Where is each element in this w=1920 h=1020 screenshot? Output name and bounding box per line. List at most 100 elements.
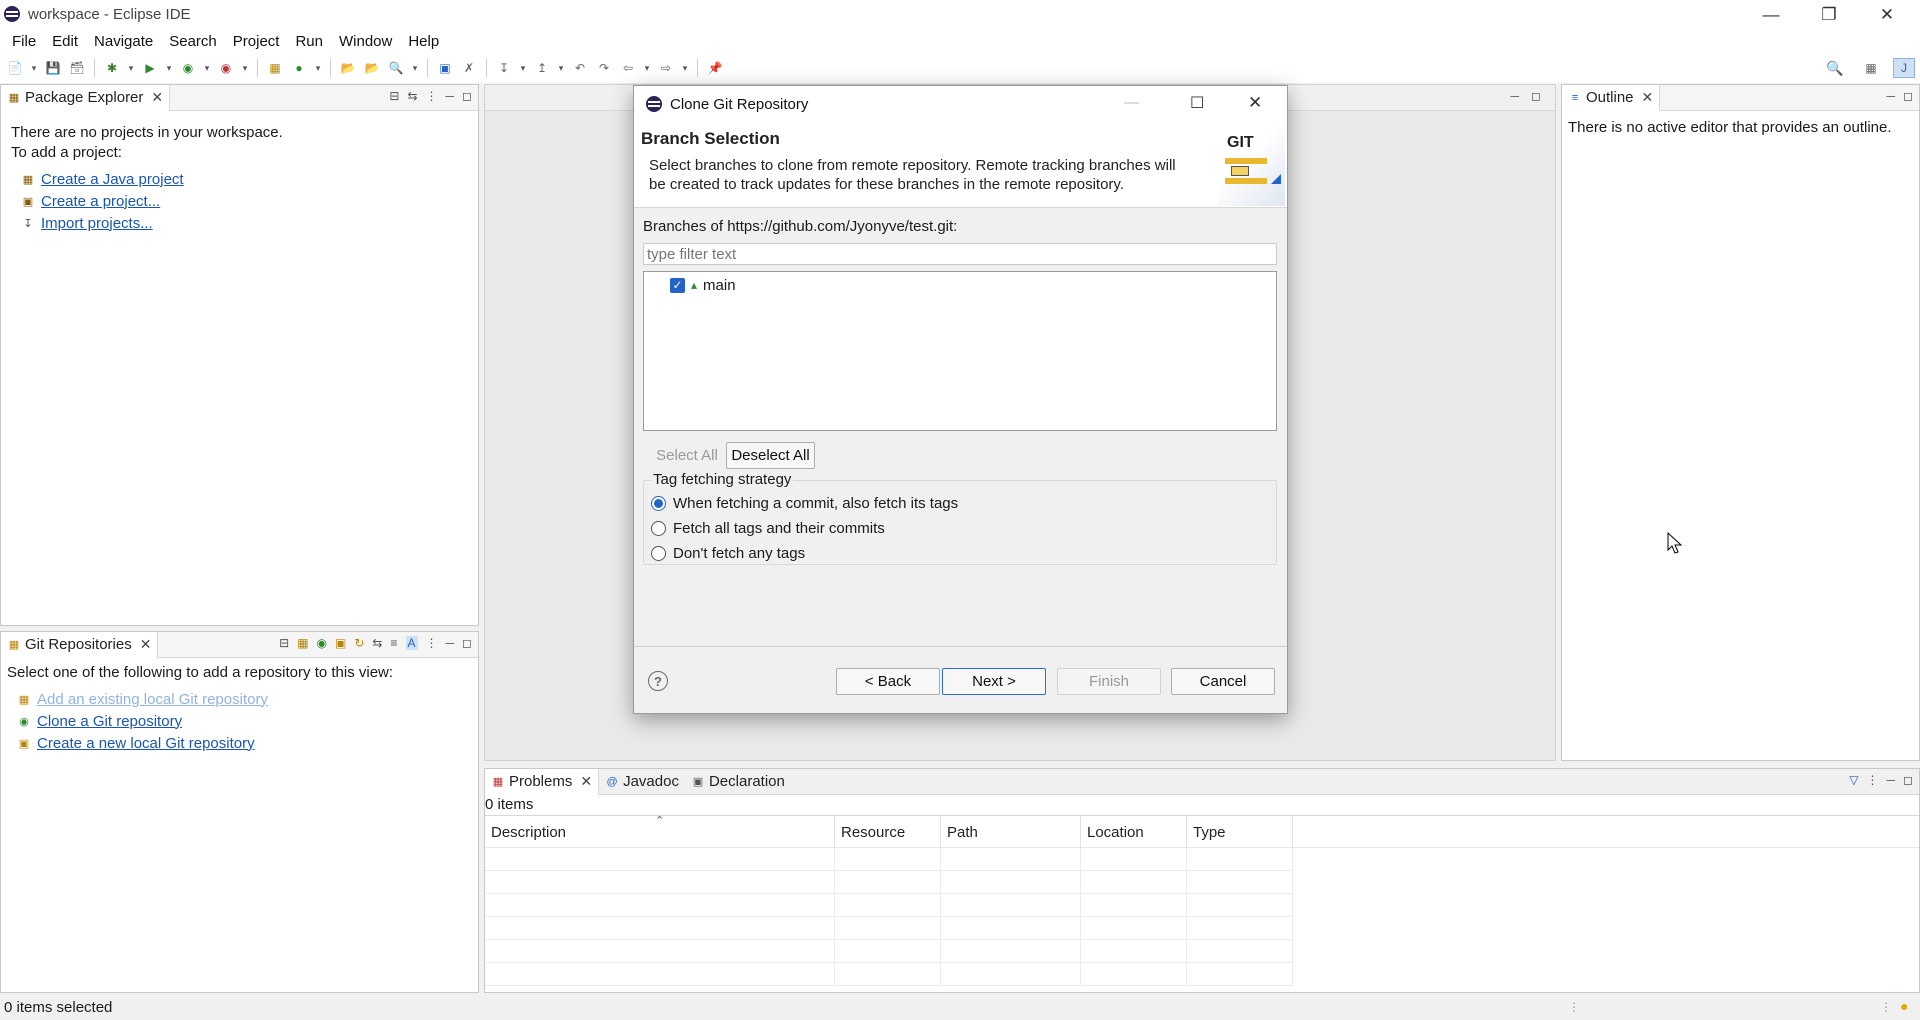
close-tab-icon[interactable]: ✕ (580, 773, 592, 790)
dialog-close-icon[interactable]: ✕ (1248, 93, 1262, 113)
branch-filter-input[interactable] (643, 243, 1277, 265)
skip-breakpoints-icon[interactable]: ✗ (460, 60, 478, 76)
column-description[interactable]: Description ⌃ (485, 815, 835, 848)
close-tab-icon[interactable]: ✕ (151, 89, 163, 106)
radio-unselected-icon[interactable] (651, 546, 666, 561)
back-button[interactable]: < Back (836, 668, 940, 695)
view-menu-icon[interactable]: ⋮ (1867, 773, 1879, 787)
dialog-minimize-icon[interactable]: — (1124, 94, 1139, 111)
menu-search[interactable]: Search (161, 33, 225, 50)
maximize-view-icon[interactable]: ◻ (1531, 89, 1541, 103)
tab-problems[interactable]: ▦ Problems ✕ (485, 768, 600, 795)
create-java-project-link-row[interactable]: ▦ Create a Java project (21, 168, 468, 190)
tab-declaration[interactable]: ▣ Declaration (685, 769, 791, 795)
add-existing-repo-row[interactable]: ▦ Add an existing local Git repository (17, 688, 472, 710)
search-icon[interactable]: 🔍 (1826, 60, 1844, 76)
external-tools-icon[interactable]: ◉ (217, 60, 235, 76)
cancel-button[interactable]: Cancel (1171, 668, 1275, 695)
finish-button[interactable]: Finish (1057, 668, 1161, 695)
menu-edit[interactable]: Edit (44, 33, 86, 50)
create-project-link-row[interactable]: ▣ Create a project... (21, 190, 468, 212)
next-annotation-dropdown-icon[interactable]: ▾ (519, 60, 527, 76)
column-type[interactable]: Type (1187, 816, 1293, 848)
new-icon[interactable]: 📄 (6, 60, 24, 76)
tag-option-fetch-all-tags[interactable]: Fetch all tags and their commits (651, 520, 885, 537)
create-project-link[interactable]: Create a project... (41, 193, 160, 210)
collapse-all-icon[interactable]: ⊟ (389, 89, 399, 103)
menu-window[interactable]: Window (331, 33, 400, 50)
collapse-all-icon[interactable]: ⊟ (279, 636, 289, 650)
debug-icon[interactable]: ✱ (103, 60, 121, 76)
create-java-project-link[interactable]: Create a Java project (41, 171, 184, 188)
link-with-editor-icon[interactable]: ⇆ (407, 89, 417, 103)
minimize-view-icon[interactable]: ─ (446, 89, 455, 103)
branch-row-main[interactable]: ✓ ▴ main (670, 274, 736, 296)
debug-dropdown-icon[interactable]: ▾ (127, 60, 135, 76)
open-perspective-icon[interactable]: ▦ (1862, 60, 1880, 76)
column-resource[interactable]: Resource (835, 816, 941, 848)
menu-project[interactable]: Project (225, 33, 288, 50)
coverage-icon[interactable]: ◉ (179, 60, 197, 76)
search-tool-icon[interactable]: 🔍 (387, 60, 405, 76)
back-dropdown-icon[interactable]: ▾ (643, 60, 651, 76)
open-type-icon[interactable]: 📂 (339, 60, 357, 76)
help-icon[interactable]: ? (648, 671, 668, 691)
external-tools-dropdown-icon[interactable]: ▾ (241, 60, 249, 76)
column-location[interactable]: Location (1081, 816, 1187, 848)
forward-edit-icon[interactable]: ↷ (595, 60, 613, 76)
prev-annotation-dropdown-icon[interactable]: ▾ (557, 60, 565, 76)
forward-icon[interactable]: ⇨ (657, 60, 675, 76)
tag-option-no-tags[interactable]: Don't fetch any tags (651, 545, 805, 562)
tag-option-fetch-commit-tags[interactable]: When fetching a commit, also fetch its t… (651, 495, 958, 512)
link-with-selection-icon[interactable]: ⇆ (372, 636, 382, 650)
menu-help[interactable]: Help (400, 33, 447, 50)
create-repository-icon[interactable]: ▣ (335, 636, 346, 650)
new-java-class-icon[interactable]: ● (290, 60, 308, 76)
hierarchical-icon[interactable]: ≡ (390, 636, 397, 650)
radio-unselected-icon[interactable] (651, 521, 666, 536)
run-icon[interactable]: ▶ (141, 60, 159, 76)
select-all-button[interactable]: Select All (647, 442, 727, 469)
maximize-view-icon[interactable]: ◻ (1903, 773, 1913, 787)
close-tab-icon[interactable]: ✕ (1642, 89, 1654, 106)
minimize-view-icon[interactable]: ─ (1887, 89, 1896, 103)
tab-git-repositories[interactable]: ▦ Git Repositories ✕ (1, 631, 159, 658)
new-java-package-icon[interactable]: ▦ (266, 60, 284, 76)
add-repository-icon[interactable]: ▦ (297, 636, 308, 650)
column-path[interactable]: Path (941, 816, 1081, 848)
maximize-view-icon[interactable]: ◻ (462, 636, 472, 650)
create-local-repo-link[interactable]: Create a new local Git repository (37, 735, 255, 752)
deselect-all-button[interactable]: Deselect All (726, 442, 815, 469)
java-perspective-icon[interactable]: J (1893, 58, 1915, 78)
menu-file[interactable]: File (4, 33, 44, 50)
forward-dropdown-icon[interactable]: ▾ (681, 60, 689, 76)
checkbox-checked-icon[interactable]: ✓ (670, 277, 685, 293)
maximize-view-icon[interactable]: ◻ (462, 89, 472, 103)
last-edit-icon[interactable]: ↶ (571, 60, 589, 76)
minimize-view-icon[interactable]: ─ (1510, 89, 1519, 103)
coverage-dropdown-icon[interactable]: ▾ (203, 60, 211, 76)
create-local-repo-row[interactable]: ▣ Create a new local Git repository (17, 732, 472, 754)
new-dropdown-icon[interactable]: ▾ (30, 60, 38, 76)
view-menu-icon[interactable]: ⋮ (426, 636, 438, 650)
tab-javadoc[interactable]: @ Javadoc (599, 769, 685, 795)
close-tab-icon[interactable]: ✕ (140, 636, 152, 653)
open-task-icon[interactable]: 📂 (363, 60, 381, 76)
import-projects-link[interactable]: Import projects... (41, 215, 153, 232)
run-dropdown-icon[interactable]: ▾ (165, 60, 173, 76)
clone-repo-link[interactable]: Clone a Git repository (37, 713, 182, 730)
toggle-view-icon[interactable]: A (405, 636, 418, 650)
minimize-view-icon[interactable]: ─ (446, 636, 455, 650)
search-dropdown-icon[interactable]: ▾ (411, 60, 419, 76)
tab-package-explorer[interactable]: ▦ Package Explorer ✕ (1, 84, 171, 111)
restore-button[interactable]: ❐ (1800, 0, 1858, 29)
next-button[interactable]: Next > (942, 668, 1046, 695)
pin-editor-icon[interactable]: 📌 (706, 60, 724, 76)
save-icon[interactable]: 💾 (44, 60, 62, 76)
minimize-button[interactable]: — (1742, 0, 1800, 29)
terminal-icon[interactable]: ▣ (436, 60, 454, 76)
tip-bulb-icon[interactable]: ● (1900, 998, 1908, 1014)
back-icon[interactable]: ⇦ (619, 60, 637, 76)
prev-annotation-icon[interactable]: ↥ (533, 60, 551, 76)
add-existing-repo-link[interactable]: Add an existing local Git repository (37, 691, 268, 708)
